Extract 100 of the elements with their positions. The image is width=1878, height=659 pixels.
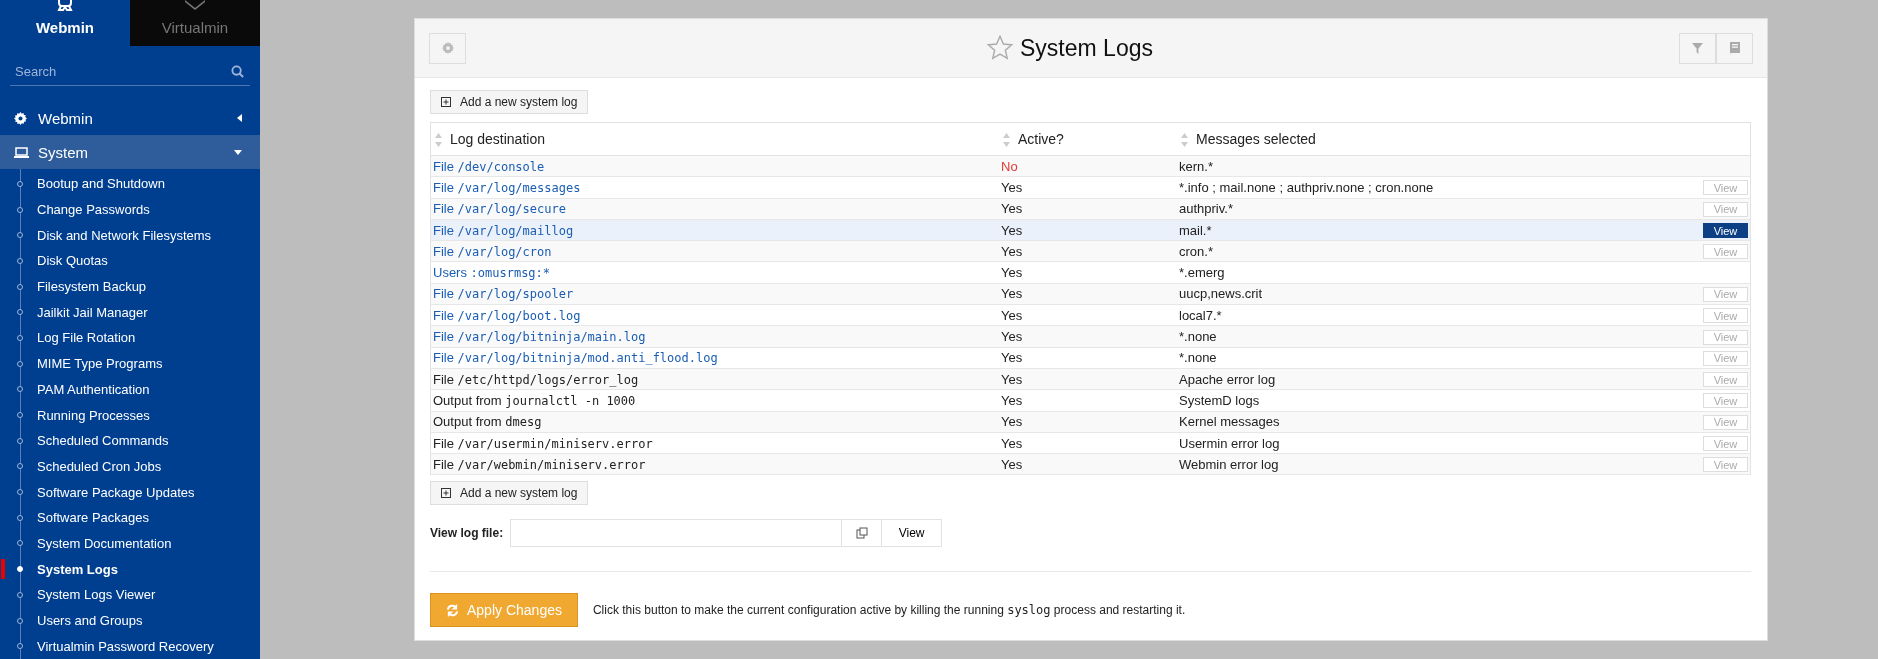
menu-item-label: Disk and Network Filesystems	[37, 227, 212, 243]
table-row[interactable]: Users :omusrmsg:* Yes *.emerg	[430, 262, 1751, 284]
log-file-field[interactable]	[510, 519, 843, 548]
bullet-icon	[17, 283, 23, 290]
table-row[interactable]: File /var/webmin/miniserv.error Yes Webmin error log View	[430, 453, 1751, 475]
table-row[interactable]: Output from journalctl -n 1000 Yes SystemD logs View	[430, 389, 1751, 412]
destination-text: File /etc/httpd/logs/error_log	[433, 371, 639, 387]
destination-link[interactable]: Users :omusrmsg:*	[433, 265, 551, 281]
table-row[interactable]: File /var/usermin/miniserv.error Yes Usermin error log View	[430, 432, 1751, 454]
menu-item[interactable]: Bootup and Shutdown	[21, 171, 260, 197]
table-row[interactable]: Output from dmesg Yes Kernel messages View	[430, 411, 1751, 433]
menu-item[interactable]: Scheduled Commands	[21, 427, 260, 454]
filter-button[interactable]	[1679, 32, 1716, 64]
active-status: Yes	[1001, 307, 1023, 323]
menu-item[interactable]: System Documentation	[21, 530, 260, 557]
menu-item[interactable]: System Logs	[21, 556, 260, 582]
bullet-icon	[17, 566, 23, 573]
view-button[interactable]: View	[1703, 223, 1748, 239]
destination-link[interactable]: File /var/log/secure	[433, 201, 566, 217]
menu-item[interactable]: MIME Type Programs	[21, 350, 260, 377]
search-field[interactable]: Search	[10, 58, 250, 86]
table-row[interactable]: File /var/log/secure Yes authpriv.* View	[430, 198, 1751, 220]
table-row[interactable]: File /var/log/bitninja/mod.anti_flood.log Yes *.none View	[430, 347, 1751, 369]
menu-item-label: Software Packages	[37, 510, 149, 526]
active-status: Yes	[1001, 179, 1023, 195]
caret-down-icon	[234, 149, 242, 155]
table-row[interactable]: File /dev/console No kern.*	[430, 155, 1751, 177]
table-row[interactable]: File /var/log/bitninja/main.log Yes *.none View	[430, 325, 1751, 348]
table-row[interactable]: File /var/log/maillog Yes mail.* View	[430, 219, 1751, 241]
table-row[interactable]: File /var/log/cron Yes cron.* View	[430, 240, 1751, 262]
menu-item-label: System Logs	[37, 561, 118, 577]
add-log-button[interactable]: Add a new system log	[430, 481, 589, 506]
menu-category[interactable]: Webmin	[0, 101, 260, 135]
plus-icon	[441, 97, 451, 107]
star-icon[interactable]	[986, 34, 1014, 62]
sort-icon	[1181, 133, 1188, 148]
menu-item[interactable]: Software Package Updates	[21, 479, 260, 505]
menu-item[interactable]: PAM Authentication	[21, 376, 260, 403]
destination-link[interactable]: File /var/log/cron	[433, 243, 552, 259]
menu-category[interactable]: System	[0, 135, 260, 169]
table-row[interactable]: File /var/log/boot.log Yes local7.* View	[430, 304, 1751, 326]
table-row[interactable]: File /var/log/messages Yes *.info ; mail.none ; authpriv.none ; cron.none View	[430, 176, 1751, 199]
table-row[interactable]: File /etc/httpd/logs/error_log Yes Apache error log View	[430, 368, 1751, 390]
messages-text: kern.*	[1179, 158, 1213, 174]
column-header[interactable]: Log destination	[430, 122, 999, 156]
active-status: Yes	[1001, 392, 1023, 408]
menu-item-label: System Documentation	[37, 535, 172, 551]
menu-item[interactable]: Software Packages	[21, 504, 260, 531]
destination-link[interactable]: File /var/log/bitninja/main.log	[433, 329, 646, 344]
add-log-button[interactable]: Add a new system log	[430, 90, 589, 114]
table-row[interactable]: File /var/log/spooler Yes uucp,news.crit View	[430, 283, 1751, 305]
menu-item[interactable]: Disk and Network Filesystems	[21, 222, 260, 249]
messages-text: local7.*	[1179, 307, 1222, 323]
active-status: Yes	[1001, 222, 1023, 238]
column-header[interactable]: Active?	[999, 122, 1177, 156]
category-label: Webmin	[38, 109, 94, 127]
menu-item[interactable]: Running Processes	[21, 402, 260, 428]
column-header[interactable]: Messages selected	[1177, 122, 1682, 156]
menu-item[interactable]: Disk Quotas	[21, 248, 260, 274]
messages-text: *.none	[1179, 350, 1217, 366]
destination-link[interactable]: File /var/log/messages	[433, 179, 581, 195]
destination-link[interactable]: File /dev/console	[433, 158, 545, 174]
destination-link[interactable]: File /var/log/maillog	[433, 222, 574, 238]
menu-item[interactable]: System Logs Viewer	[21, 582, 260, 608]
view-button[interactable]: View	[882, 519, 943, 548]
menu-item[interactable]: Virtualmin Password Recovery	[21, 633, 260, 659]
destination-link[interactable]: File /var/log/boot.log	[433, 307, 581, 323]
bullet-icon	[17, 257, 23, 264]
logo-icon	[55, 0, 75, 12]
menu-item-label: Users and Groups	[37, 613, 143, 629]
menu-item[interactable]: Change Passwords	[21, 196, 260, 223]
active-status: Yes	[1001, 350, 1023, 366]
menu-item-label: Log File Rotation	[37, 330, 136, 346]
destination-link[interactable]: File /var/log/bitninja/mod.anti_flood.log	[433, 350, 718, 366]
tab-label: Webmin	[35, 19, 95, 36]
sidebar-tab[interactable]: Virtualmin	[130, 0, 260, 46]
menu-item[interactable]: Log File Rotation	[21, 325, 260, 351]
file-chooser-button[interactable]	[842, 519, 883, 548]
messages-text: Kernel messages	[1179, 414, 1280, 430]
bullet-icon	[17, 180, 23, 187]
active-status: Yes	[1001, 201, 1023, 217]
menu-item[interactable]: Filesystem Backup	[21, 273, 260, 300]
menu-item-label: PAM Authentication	[37, 381, 150, 397]
menu-item[interactable]: Jailkit Jail Manager	[21, 299, 260, 326]
menu-item[interactable]: Scheduled Cron Jobs	[21, 453, 260, 480]
bullet-icon	[17, 463, 23, 470]
menu-item-label: Software Package Updates	[37, 484, 195, 500]
messages-text: uucp,news.crit	[1179, 286, 1263, 302]
active-status: Yes	[1001, 265, 1023, 281]
destination-link[interactable]: File /var/log/spooler	[433, 286, 574, 302]
menu-item[interactable]: Users and Groups	[21, 607, 260, 634]
active-status: Yes	[1001, 329, 1023, 344]
book-button[interactable]	[1716, 32, 1753, 64]
bullet-icon	[17, 360, 23, 367]
active-status: Yes	[1001, 243, 1023, 259]
menu-item-label: Scheduled Cron Jobs	[37, 458, 162, 474]
active-status: Yes	[1001, 435, 1023, 451]
settings-icon	[441, 42, 454, 54]
settings-button[interactable]	[429, 32, 466, 64]
messages-text: *.info ; mail.none ; authpriv.none ; cron.none	[1179, 179, 1434, 195]
